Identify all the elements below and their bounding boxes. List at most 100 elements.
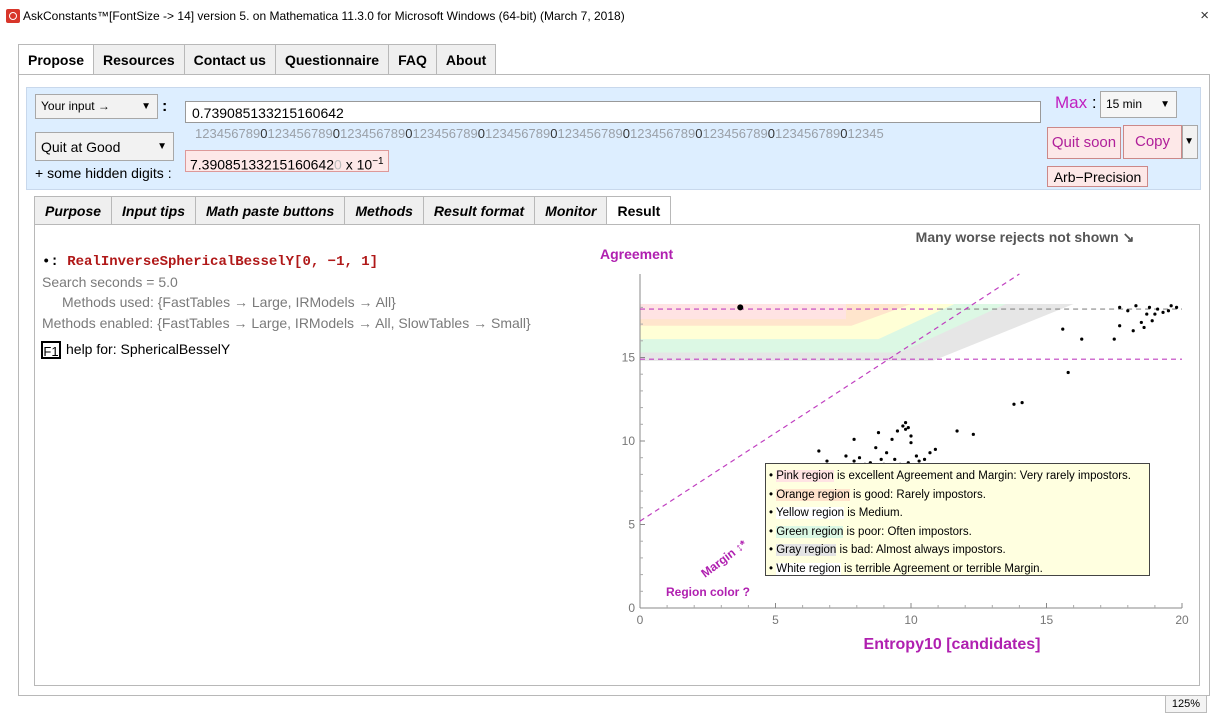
input-mode-dropdown[interactable]: Your input → ▼ bbox=[35, 94, 158, 119]
close-icon[interactable]: × bbox=[1200, 7, 1209, 24]
data-point bbox=[885, 451, 889, 455]
legend-region-text: is good: Rarely impostors. bbox=[849, 488, 986, 501]
max-time-dropdown[interactable]: 15 min ▼ bbox=[1100, 91, 1177, 118]
tab-math-paste-buttons[interactable]: Math paste buttons bbox=[195, 196, 346, 224]
data-point bbox=[906, 426, 910, 430]
legend-region-text: is excellent Agreement and Margin: Very … bbox=[833, 470, 1131, 482]
tab-faq[interactable]: FAQ bbox=[388, 44, 437, 75]
result-bullet: •: bbox=[42, 254, 68, 270]
hidden-digits-label: + some hidden digits : bbox=[35, 165, 172, 181]
data-point bbox=[1142, 325, 1146, 330]
legend-region-name: Orange region bbox=[776, 488, 850, 501]
data-point bbox=[876, 431, 881, 435]
x-tick-label: 0 bbox=[637, 613, 644, 627]
tab-methods[interactable]: Methods bbox=[344, 196, 424, 224]
region-color-label: Region color ? bbox=[666, 585, 750, 599]
legend-item: • Green region is poor: Often impostors. bbox=[769, 525, 972, 538]
data-point bbox=[1118, 324, 1122, 328]
data-point bbox=[874, 446, 878, 450]
arb-precision-button[interactable]: Arb−Precision bbox=[1047, 166, 1148, 187]
constant-input[interactable]: 0.739085133215160642 bbox=[185, 101, 1041, 123]
result-trailing-digit: 0 bbox=[334, 156, 342, 173]
result-tabs: Purpose Input tips Math paste buttons Me… bbox=[34, 196, 672, 224]
tab-purpose[interactable]: Purpose bbox=[34, 196, 113, 224]
tab-propose[interactable]: Propose bbox=[18, 44, 95, 76]
chevron-down-icon: ▼ bbox=[141, 101, 151, 112]
search-seconds: Search seconds = 5.0 bbox=[42, 274, 178, 290]
data-point bbox=[857, 456, 862, 460]
legend-region-name: Green region bbox=[776, 525, 844, 538]
y-tick-label: 10 bbox=[622, 434, 636, 448]
input-colon: : bbox=[162, 98, 168, 115]
legend-region-text: is bad: Almost always impostors. bbox=[836, 544, 1006, 556]
chart-title: Many worse rejects not shown ↘ bbox=[916, 229, 1135, 245]
x-tick-label: 20 bbox=[1175, 613, 1189, 627]
y-tick-label: 0 bbox=[628, 601, 635, 615]
data-point bbox=[1066, 370, 1070, 375]
data-point bbox=[955, 429, 959, 433]
app-icon bbox=[6, 9, 20, 23]
result-exponent: −1 bbox=[372, 156, 384, 167]
tab-monitor[interactable]: Monitor bbox=[534, 196, 608, 224]
x-tick-label: 10 bbox=[904, 613, 918, 627]
data-point bbox=[1118, 305, 1122, 309]
chevron-down-icon: ▼ bbox=[1184, 136, 1194, 147]
data-point bbox=[893, 457, 897, 461]
region-legend: • Pink region is excellent Agreement and… bbox=[765, 463, 1150, 576]
y-axis-label: Agreement bbox=[600, 246, 673, 262]
legend-item: • Orange region is good: Rarely impostor… bbox=[769, 488, 986, 501]
data-point bbox=[914, 454, 919, 458]
data-point bbox=[852, 437, 856, 441]
data-point bbox=[909, 441, 913, 445]
data-point bbox=[1166, 309, 1171, 313]
data-point bbox=[1156, 307, 1160, 311]
chevron-down-icon: ▼ bbox=[157, 141, 167, 152]
function-expression: RealInverseSphericalBesselY[0, −1, 1] bbox=[67, 254, 379, 270]
legend-item: • Pink region is excellent Agreement and… bbox=[769, 470, 1131, 482]
result-mantissa: 7.39085133215160642 bbox=[190, 156, 335, 173]
help-text[interactable]: help for: SphericalBesselY bbox=[66, 341, 230, 357]
legend-region-name: White region bbox=[776, 562, 841, 575]
methods-used: Methods used: {FastTables → Large, IRMod… bbox=[62, 294, 396, 310]
methods-enabled: Methods enabled: {FastTables → Large, IR… bbox=[42, 315, 531, 331]
f1-help-button[interactable]: F1 bbox=[41, 341, 61, 359]
tab-result[interactable]: Result bbox=[606, 196, 672, 224]
tab-contact-us[interactable]: Contact us bbox=[183, 44, 276, 75]
legend-region-name: Pink region bbox=[776, 470, 834, 482]
title-bar: AskConstants™[FontSize -> 14] version 5.… bbox=[0, 0, 1217, 32]
result-exp-base: x 10 bbox=[341, 156, 373, 173]
data-point bbox=[1150, 319, 1154, 323]
chevron-down-icon: ▼ bbox=[1160, 99, 1170, 110]
margin-label: Margin ↕* bbox=[698, 537, 749, 580]
y-tick-label: 5 bbox=[628, 518, 635, 532]
main-tabs: Propose Resources Contact us Questionnai… bbox=[18, 44, 497, 76]
x-tick-label: 15 bbox=[1040, 613, 1054, 627]
tab-about[interactable]: About bbox=[435, 44, 497, 75]
tab-result-format[interactable]: Result format bbox=[422, 196, 536, 224]
copy-options-dropdown[interactable]: ▼ bbox=[1182, 125, 1198, 159]
quit-mode-dropdown[interactable]: Quit at Good ▼ bbox=[35, 132, 174, 161]
y-tick-label: 15 bbox=[622, 351, 636, 365]
data-point bbox=[1134, 304, 1138, 308]
legend-region-text: is poor: Often impostors. bbox=[843, 525, 972, 538]
tab-questionnaire[interactable]: Questionnaire bbox=[274, 44, 390, 75]
quit-soon-button[interactable]: Quit soon bbox=[1047, 127, 1121, 159]
max-label: Max : bbox=[1055, 93, 1097, 112]
data-point bbox=[1061, 327, 1065, 331]
data-point bbox=[1147, 305, 1152, 309]
copy-button[interactable]: Copy bbox=[1123, 125, 1182, 159]
result-function[interactable]: •: RealInverseSphericalBesselY[0, −1, 1] bbox=[42, 254, 378, 270]
tab-resources[interactable]: Resources bbox=[93, 44, 185, 75]
data-point bbox=[879, 457, 883, 461]
data-point bbox=[971, 432, 975, 436]
data-point bbox=[1112, 337, 1116, 341]
data-point bbox=[1012, 402, 1016, 406]
legend-region-name: Yellow region bbox=[776, 507, 844, 519]
data-point bbox=[1161, 310, 1165, 315]
max-label-text: Max bbox=[1055, 93, 1088, 112]
input-mode-label: Your input → bbox=[41, 99, 110, 113]
data-point bbox=[1169, 304, 1173, 308]
zoom-level[interactable]: 125% bbox=[1164, 695, 1207, 713]
result-value[interactable]: 7.390851332151606420 x 10−1 bbox=[185, 150, 389, 173]
tab-input-tips[interactable]: Input tips bbox=[111, 196, 197, 224]
